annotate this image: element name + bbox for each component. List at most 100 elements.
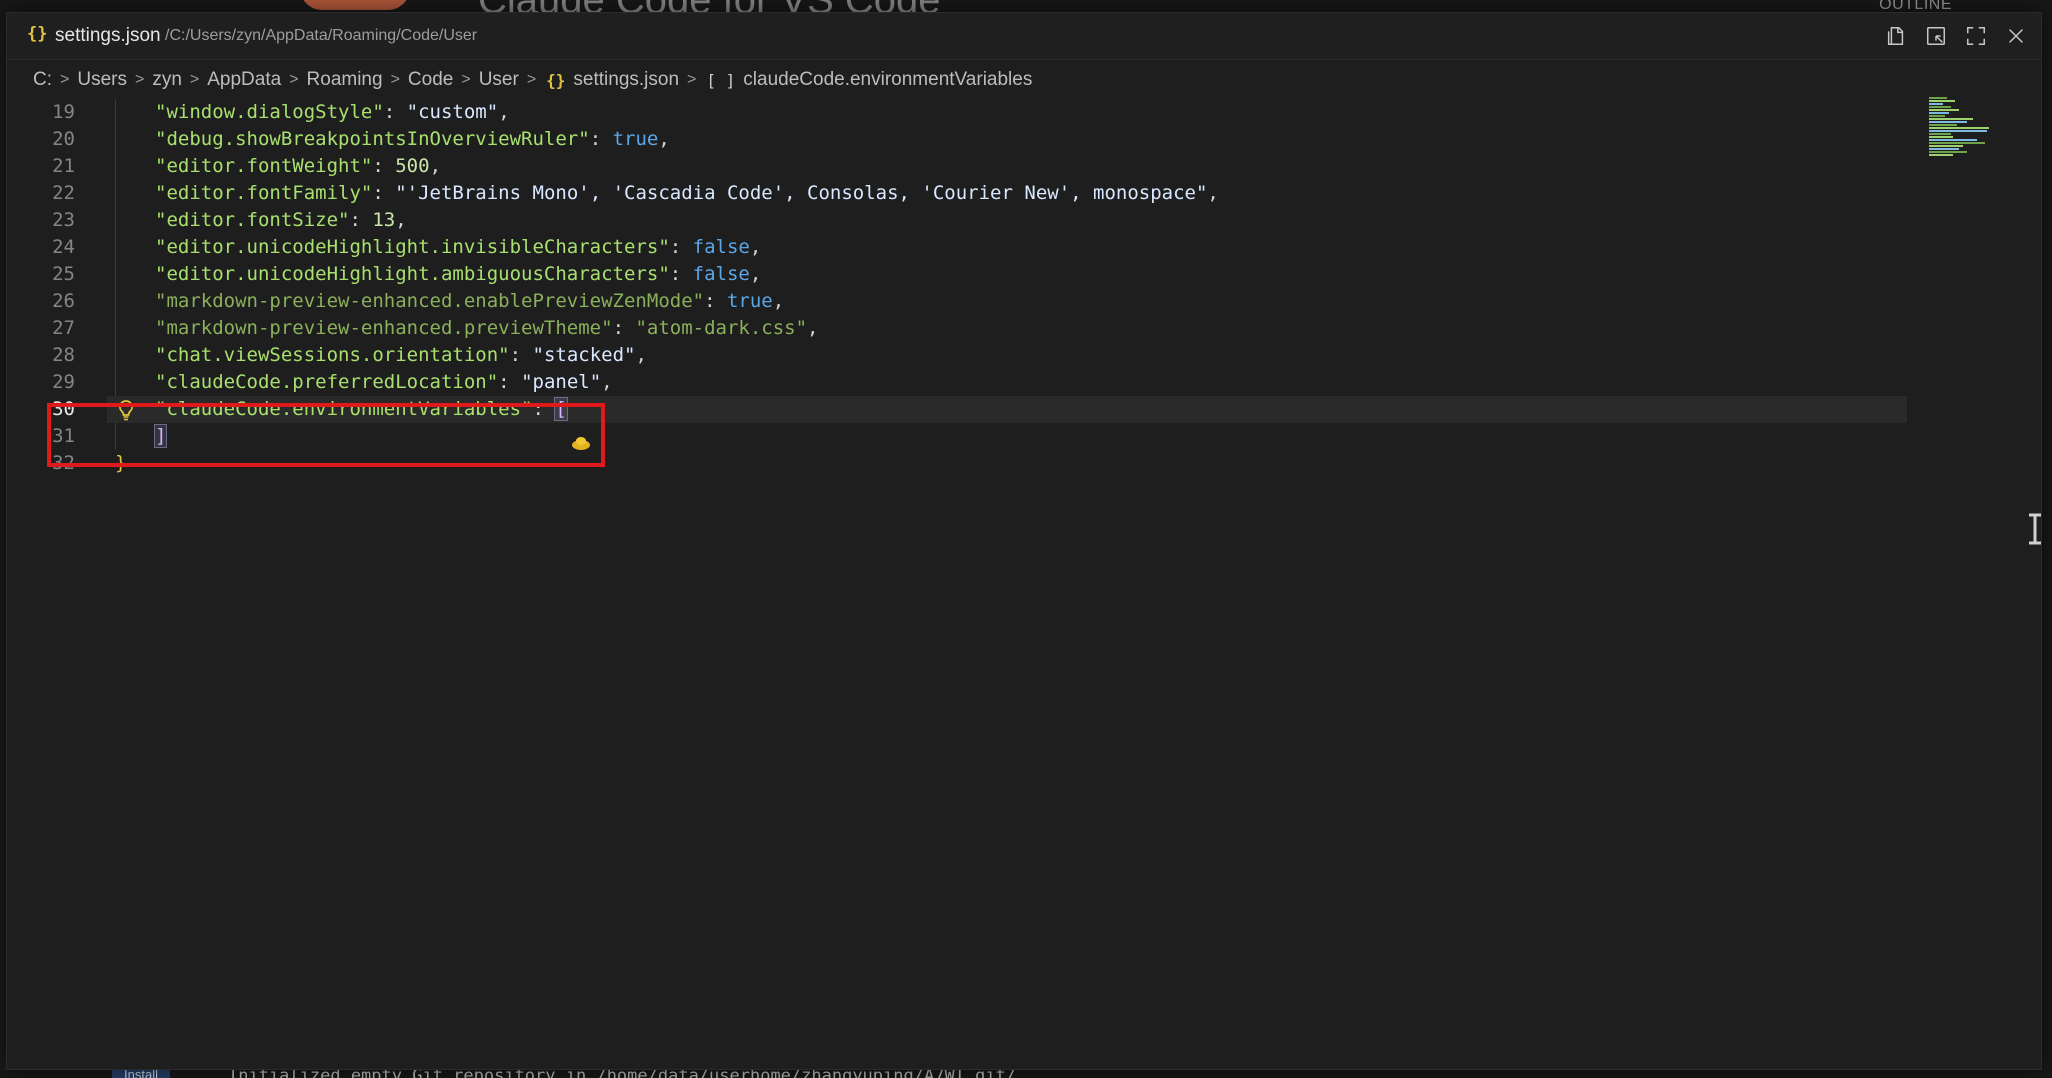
json-value: 500 — [395, 155, 430, 177]
settings-editor-window: {} settings.json /C:/Users/zyn/AppData/R… — [6, 12, 2042, 1070]
file-name: settings.json — [55, 25, 161, 46]
cursor-marker-icon — [572, 437, 590, 450]
open-in-editor-button[interactable] — [1923, 23, 1949, 49]
breadcrumb-item-roaming[interactable]: Roaming — [303, 69, 387, 91]
code-line[interactable]: 25 "editor.unicodeHighlight.ambiguousChar… — [7, 261, 1907, 288]
json-separator: : — [372, 182, 396, 204]
json-separator: : — [669, 263, 693, 285]
line-number: 26 — [52, 290, 75, 312]
close-button[interactable] — [2003, 23, 2029, 49]
breadcrumb-item-appdata[interactable]: AppData — [203, 69, 285, 91]
json-comma: , — [749, 236, 762, 258]
json-key: "window.dialogStyle" — [155, 101, 384, 123]
minimap-line — [1929, 154, 1953, 156]
json-key: "editor.unicodeHighlight.ambiguousCharac… — [155, 263, 670, 285]
minimap[interactable] — [1925, 91, 2045, 181]
breadcrumb-item-user-folder[interactable]: User — [475, 69, 523, 91]
breadcrumb-item-code[interactable]: Code — [404, 69, 457, 91]
json-comma: , — [749, 263, 762, 285]
minimap-line — [1929, 142, 1985, 144]
open-file-icon — [1887, 27, 1904, 45]
minimap-line — [1929, 124, 1957, 126]
json-value: "'JetBrains Mono', 'Cascadia Code', Cons… — [395, 182, 1208, 204]
json-value: 13 — [372, 209, 396, 231]
code-line[interactable]: 19 "window.dialogStyle": "custom", — [7, 99, 1907, 126]
json-key: "markdown-preview-enhanced.previewTheme" — [155, 317, 613, 339]
json-comma: , — [395, 209, 407, 231]
json-key: "claudeCode.preferredLocation" — [155, 371, 499, 393]
json-value: false — [692, 263, 750, 285]
chevron-right-icon: > — [289, 71, 299, 88]
json-value: false — [692, 236, 750, 258]
code-line[interactable]: 23 "editor.fontSize": 13, — [7, 207, 1907, 234]
code-line[interactable]: 22 "editor.fontFamily": "'JetBrains Mono'… — [7, 180, 1907, 207]
json-value: "atom-dark.css" — [635, 317, 808, 339]
json-separator: : — [612, 317, 636, 339]
line-number: 29 — [52, 371, 75, 393]
code-line[interactable]: 26 "markdown-preview-enhanced.enablePrevi… — [7, 288, 1907, 315]
chevron-right-icon: > — [60, 71, 70, 88]
line-number: 22 — [52, 182, 75, 204]
code-line[interactable]: 20 "debug.showBreakpointsInOverviewRuler"… — [7, 126, 1907, 153]
code-text: "window.dialogStyle": "custom", — [155, 99, 510, 126]
breadcrumb-item-user[interactable]: zyn — [148, 69, 186, 91]
json-separator: : — [383, 101, 407, 123]
chevron-right-icon: > — [461, 71, 471, 88]
line-number: 19 — [52, 101, 75, 123]
breadcrumb-item-drive[interactable]: C: — [29, 69, 56, 91]
code-text: "markdown-preview-enhanced.previewTheme"… — [155, 315, 819, 342]
line-number: 21 — [52, 155, 75, 177]
json-separator: : — [669, 236, 693, 258]
json-key: "debug.showBreakpointsInOverviewRuler" — [155, 128, 590, 150]
json-comma: , — [772, 290, 785, 312]
json-key: "editor.fontFamily" — [155, 182, 373, 204]
json-separator: : — [372, 155, 396, 177]
scrollbar-handle[interactable] — [2027, 513, 2041, 545]
line-number: 27 — [52, 317, 75, 339]
chevron-right-icon: > — [189, 71, 200, 88]
code-line[interactable]: 21 "editor.fontWeight": 500, — [7, 153, 1907, 180]
json-value: "panel" — [521, 371, 602, 393]
minimap-line — [1929, 115, 1945, 117]
line-number: 24 — [52, 236, 75, 258]
code-text: "editor.fontSize": 13, — [155, 207, 407, 234]
breadcrumb-item-symbol[interactable]: claudeCode.environmentVariables — [739, 69, 1036, 91]
line-number: 25 — [52, 263, 75, 285]
minimap-line — [1929, 130, 1987, 132]
code-line[interactable]: 27 "markdown-preview-enhanced.previewThem… — [7, 315, 1907, 342]
code-line[interactable]: 28 "chat.viewSessions.orientation": "stac… — [7, 342, 1907, 369]
code-text: "markdown-preview-enhanced.enablePreview… — [155, 288, 784, 315]
json-file-icon: {} — [546, 70, 566, 90]
code-line[interactable]: 24 "editor.unicodeHighlight.invisibleChar… — [7, 234, 1907, 261]
minimap-line — [1929, 139, 1977, 141]
json-comma: , — [1207, 182, 1219, 204]
json-value: true — [612, 128, 659, 150]
json-comma: , — [635, 344, 647, 366]
breadcrumb: C: > Users > zyn > AppData > Roaming > C… — [29, 65, 1036, 95]
json-separator: : — [349, 209, 373, 231]
code-text: "debug.showBreakpointsInOverviewRuler": … — [155, 126, 670, 153]
breadcrumb-item-file[interactable]: settings.json — [569, 69, 683, 91]
chevron-right-icon: > — [390, 71, 400, 88]
breadcrumb-item-users[interactable]: Users — [73, 69, 131, 91]
json-comma: , — [429, 155, 442, 177]
minimap-line — [1929, 97, 1947, 99]
open-file-button[interactable] — [1883, 23, 1909, 49]
maximize-button[interactable] — [1963, 23, 1989, 49]
titlebar-actions — [1883, 23, 2029, 49]
code-text: "chat.viewSessions.orientation": "stacke… — [155, 342, 647, 369]
annotation-highlight-box — [47, 403, 605, 467]
code-text: "claudeCode.preferredLocation": "panel", — [155, 369, 613, 396]
json-comma: , — [601, 371, 613, 393]
screen: Claude Code for VS Code OUTLINE Install … — [0, 0, 2052, 1078]
open-in-editor-icon — [1927, 27, 1945, 45]
json-key: "chat.viewSessions.orientation" — [155, 344, 510, 366]
text-cursor-icon — [2029, 513, 2041, 545]
chevron-right-icon: > — [134, 71, 145, 88]
code-line[interactable]: 29 "claudeCode.preferredLocation": "panel… — [7, 369, 1907, 396]
minimap-line — [1929, 106, 1951, 108]
json-comma: , — [658, 128, 670, 150]
editor-titlebar: {} settings.json /C:/Users/zyn/AppData/R… — [7, 13, 2041, 60]
json-value: true — [726, 290, 773, 312]
code-editor[interactable]: 19 "window.dialogStyle": "custom", 20 "debu… — [7, 99, 1907, 1059]
